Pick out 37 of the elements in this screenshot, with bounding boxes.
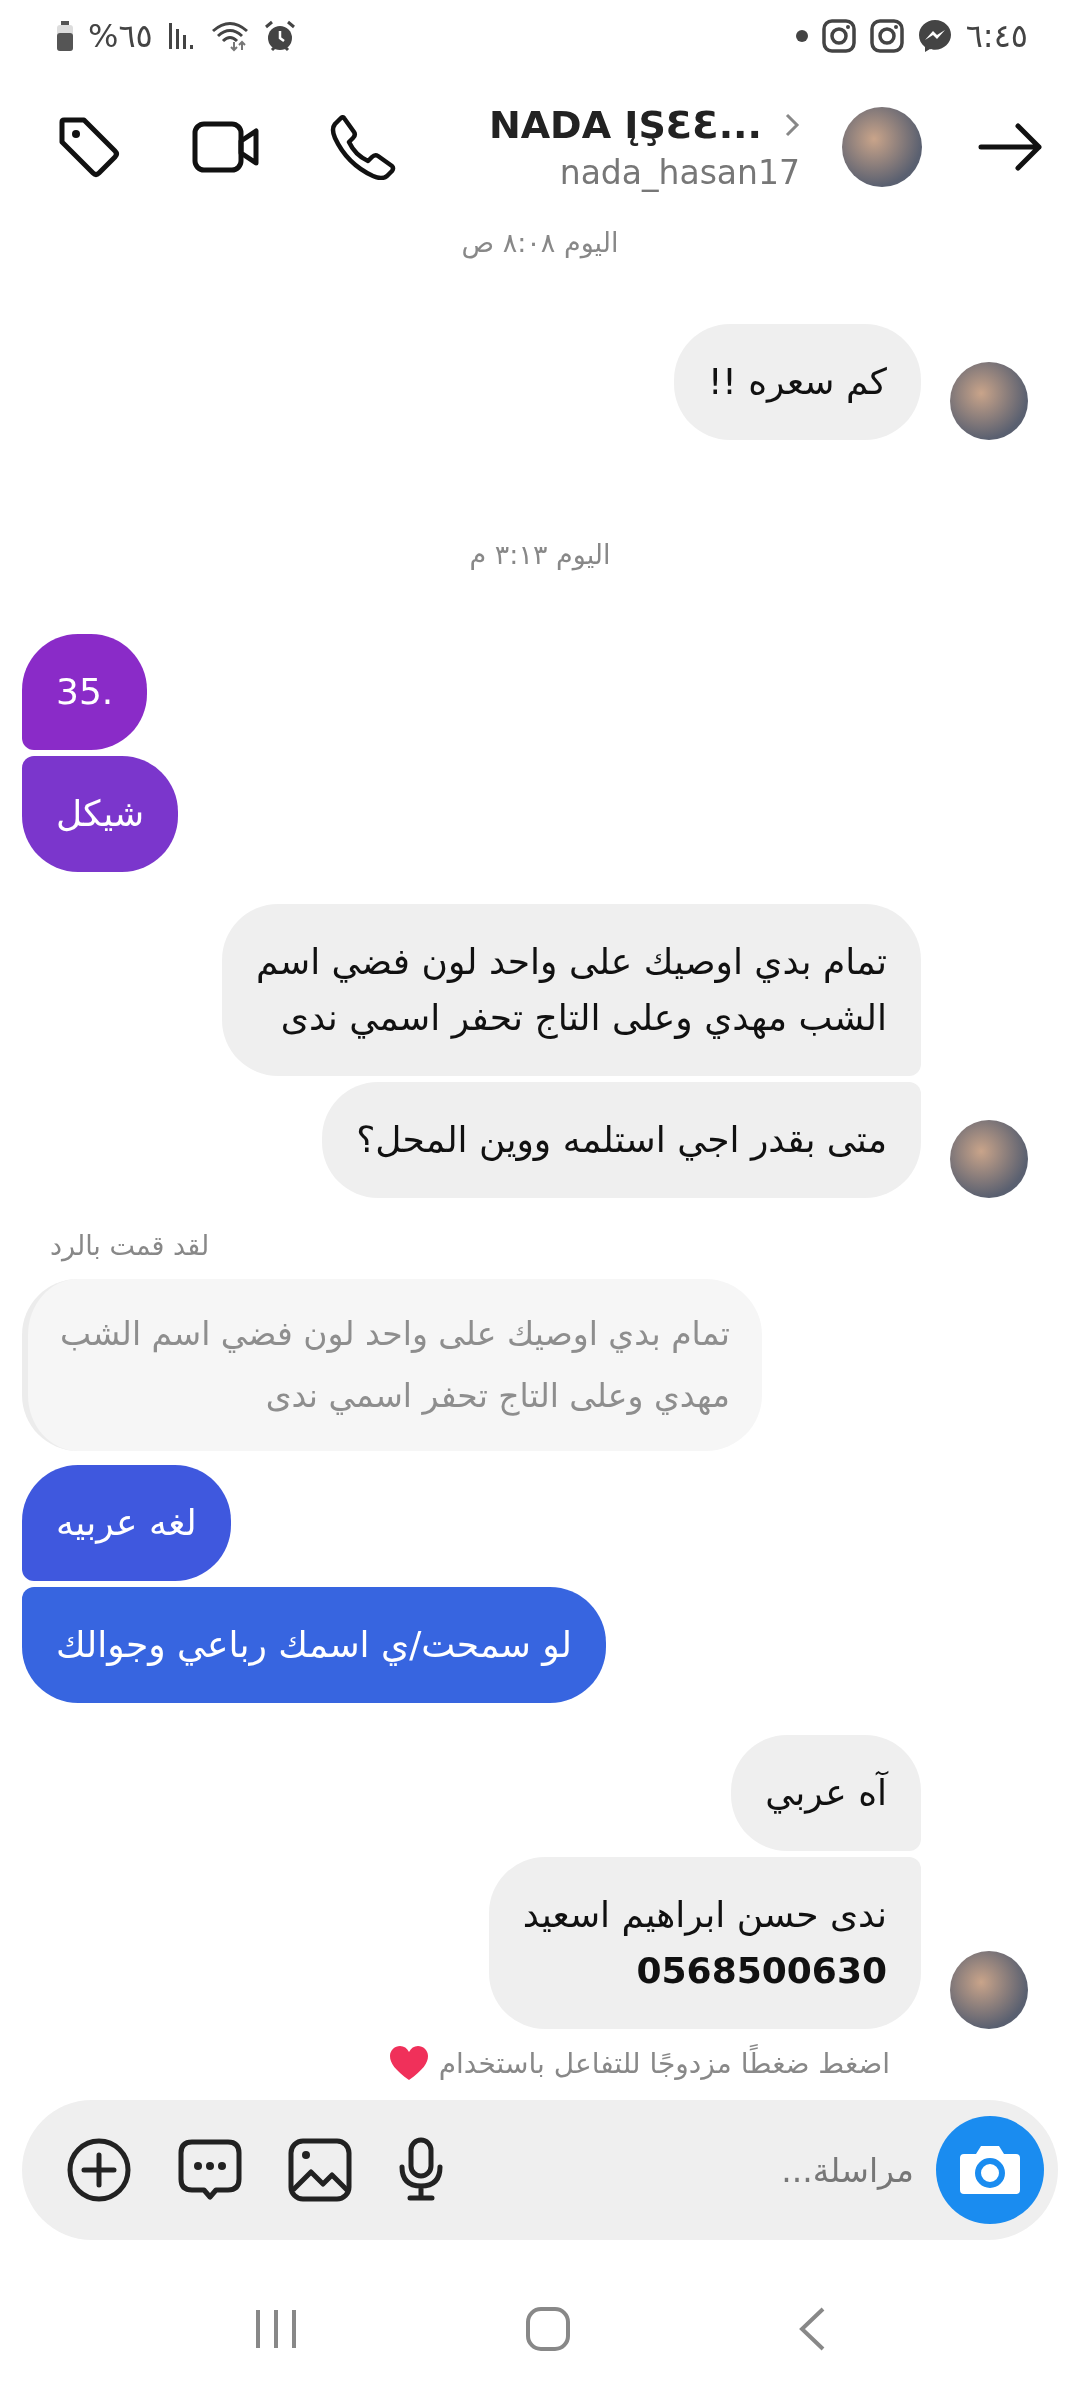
add-icon[interactable] <box>66 2137 132 2203</box>
home-icon[interactable] <box>525 2306 571 2352</box>
back-icon[interactable] <box>798 2306 827 2352</box>
message-bubble[interactable]: تمام بدي اوصيك على واحد لون فضي اسم الشب مهدي وعلى التاج تحفر اسمي ندى <box>222 904 921 1076</box>
heart-icon <box>388 2045 429 2081</box>
forward-arrow-icon[interactable] <box>978 122 1044 172</box>
message-bubble[interactable]: آه عربي <box>731 1735 921 1851</box>
image-icon[interactable] <box>288 2138 352 2202</box>
message-bubble[interactable]: شيكل <box>22 756 179 872</box>
microphone-icon[interactable] <box>398 2137 444 2203</box>
message-bubble[interactable]: 35. <box>22 634 148 750</box>
camera-glyph-icon <box>821 19 856 53</box>
status-time: ٦:٤٥ <box>965 17 1028 55</box>
alarm-icon <box>262 19 297 53</box>
wifi-icon <box>210 20 249 52</box>
message-bubble[interactable]: متى بقدر اجي استلمه ووين المحل؟ <box>322 1082 921 1198</box>
camera-icon[interactable] <box>958 2144 1022 2196</box>
chat-dots-icon[interactable] <box>178 2139 242 2201</box>
camera-glyph-icon <box>869 19 904 53</box>
lightning-bubble-icon <box>917 19 952 53</box>
battery-icon <box>56 21 74 51</box>
chevron-icon <box>784 111 800 138</box>
video-call-icon[interactable] <box>192 119 260 175</box>
battery-percent: %٦٥ <box>88 17 153 55</box>
timestamp: اليوم ٨:٠٨ ص <box>461 226 619 258</box>
message-bubble[interactable]: لو سمحت/ي اسمك رباعي وجوالك <box>22 1587 606 1703</box>
message-input[interactable]: مراسلة... <box>444 2150 936 2190</box>
hint-text: اضغط ضغطًا مزدوجًا للتفاعل باستخدام <box>438 2046 890 2080</box>
reply-note: لقد قمت بالرد <box>50 1230 210 1261</box>
contact-username: nada_hasan17 <box>559 152 800 192</box>
phone-icon[interactable] <box>330 114 396 180</box>
dot-icon <box>795 30 808 42</box>
contact-name[interactable]: NADA ĮŞƐƐ... <box>488 102 762 147</box>
timestamp: اليوم ٣:١٣ م <box>469 538 611 570</box>
message-bubble[interactable]: لغه عربيه <box>22 1465 231 1581</box>
recent-apps-icon[interactable] <box>253 2308 298 2350</box>
message-bubble[interactable]: كم سعره !! <box>673 324 921 440</box>
